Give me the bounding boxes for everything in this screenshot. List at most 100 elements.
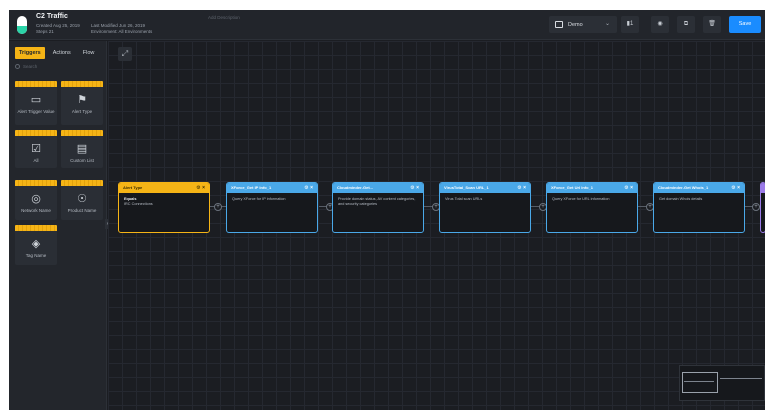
- node-description: IRC Connections: [124, 202, 153, 206]
- node-controls-icon[interactable]: ⚙ ×: [410, 183, 419, 193]
- node-controls-icon[interactable]: ⚙ ×: [304, 183, 313, 193]
- tab-triggers[interactable]: Triggers: [15, 47, 45, 59]
- node-header: Cloudminder-Get Whois_1 ⚙ ×: [654, 183, 744, 193]
- node-title: XForce_Get IP Info_1: [231, 185, 272, 190]
- delete-button[interactable]: 🗑: [703, 16, 721, 33]
- tile-label: Custom List: [70, 158, 94, 163]
- minimap[interactable]: [679, 365, 765, 401]
- node-description: Query XForce for IP information: [232, 197, 286, 201]
- node-title: Cloudminder-Get...: [337, 185, 373, 190]
- search-input[interactable]: Search: [15, 64, 101, 73]
- node-description: Virus Total scan URLs: [445, 197, 483, 201]
- tile-label: Network Name: [21, 208, 51, 213]
- header-bar: C2 Traffic Created Aug 25, 2019 Steps 21…: [9, 10, 765, 40]
- tile-band: [15, 225, 57, 231]
- tile-custom-list[interactable]: ▤ Custom List: [61, 130, 103, 168]
- tile-label: Tag Name: [25, 253, 47, 258]
- workflow-node-action[interactable]: VirusTotal_Scan URL_1 ⚙ × Virus Total sc…: [439, 182, 531, 233]
- description-field[interactable]: Add Description: [208, 15, 240, 20]
- minimap-flow: [684, 381, 714, 382]
- folder-icon: [555, 21, 563, 28]
- tile-label: All: [33, 158, 39, 163]
- node-body: Virus Total scan URLs: [440, 193, 530, 206]
- tile-band: [15, 130, 57, 136]
- node-header: XForce_Get Url Info_1 ⚙ ×: [547, 183, 637, 193]
- node-body: Get domain Whois details: [654, 193, 744, 206]
- node-body: Query XForce for URL information: [547, 193, 637, 206]
- tile-band: [15, 81, 57, 87]
- alert-trigger-icon: ▭: [30, 94, 42, 106]
- tile-band: [61, 81, 103, 87]
- tile-band: [61, 130, 103, 136]
- node-body: Equals IRC Connections: [119, 193, 209, 211]
- environment-select[interactable]: Demo ⌄: [549, 16, 617, 33]
- app-logo: [17, 16, 27, 34]
- tile-product-name[interactable]: ☉ Product Name: [61, 180, 103, 220]
- node-description: Query XForce for URL information: [552, 197, 610, 201]
- workflow-environment: Environment: All Environments: [91, 29, 153, 34]
- node-body: Provide domain status, AV content catego…: [333, 193, 423, 211]
- node-header: Cloudminder-Get... ⚙ ×: [333, 183, 423, 193]
- checkbox-icon: ☑: [31, 143, 41, 155]
- tile-label: Product Name: [67, 208, 97, 213]
- trash-icon: 🗑: [708, 21, 716, 27]
- tile-label: Alert Trigger Value: [17, 109, 55, 114]
- sidebar: Triggers Actions Flow Search ▭ Alert Tri…: [9, 41, 110, 410]
- node-title: Alert Type: [123, 185, 143, 190]
- tab-actions[interactable]: Actions: [49, 47, 75, 59]
- bug-icon: ◉: [657, 21, 663, 27]
- flag-icon: ⚑: [77, 94, 87, 106]
- node-controls-icon[interactable]: ⚙ ×: [731, 183, 740, 193]
- workflow-steps: Steps 21: [36, 29, 54, 34]
- tile-alert-trigger-value[interactable]: ▭ Alert Trigger Value: [15, 81, 57, 125]
- list-icon: ▤: [76, 143, 88, 155]
- tile-band: [61, 180, 103, 186]
- environment-value: Demo: [568, 21, 583, 28]
- node-title: Cloudminder-Get Whois_1: [658, 185, 709, 190]
- add-step-icon[interactable]: +: [214, 203, 222, 211]
- chevron-down-icon: ⌄: [604, 21, 610, 27]
- node-header: VirusTotal_Scan URL_1 ⚙ ×: [440, 183, 530, 193]
- tag-icon: ◈: [31, 238, 41, 250]
- node-description: Get domain Whois details: [659, 197, 703, 201]
- save-button[interactable]: Save: [729, 16, 761, 33]
- node-controls-icon[interactable]: ⚙ ×: [196, 183, 205, 193]
- workflow-node-action[interactable]: Cloudminder-Get... ⚙ × Provide domain st…: [332, 182, 424, 233]
- sidebar-tabs: Triggers Actions Flow: [15, 47, 98, 59]
- copy-icon: ⧉: [683, 21, 689, 27]
- tile-network-name[interactable]: ◎ Network Name: [15, 180, 57, 220]
- globe-icon: ◎: [31, 193, 41, 205]
- search-icon: [15, 64, 20, 69]
- node-controls-icon[interactable]: ⚙ ×: [624, 183, 633, 193]
- tile-alert-type[interactable]: ⚑ Alert Type: [61, 81, 103, 125]
- search-placeholder: Search: [23, 64, 38, 69]
- minimap-viewport[interactable]: [682, 372, 718, 393]
- workflow-node-action[interactable]: XForce_Get Url Info_1 ⚙ × Query XForce f…: [546, 182, 638, 233]
- version-button[interactable]: ▮1: [621, 16, 639, 33]
- workflow-node-partial[interactable]: [760, 182, 765, 233]
- workflow-node-action[interactable]: Cloudminder-Get Whois_1 ⚙ × Get domain W…: [653, 182, 745, 233]
- tile-all[interactable]: ☑ All: [15, 130, 57, 168]
- minimap-flow: [720, 378, 762, 379]
- node-description: Provide domain status, AV content catego…: [338, 197, 416, 206]
- workflow-node-trigger[interactable]: Alert Type ⚙ × Equals IRC Connections: [118, 182, 210, 233]
- tile-tag-name[interactable]: ◈ Tag Name: [15, 225, 57, 265]
- duplicate-button[interactable]: ⧉: [677, 16, 695, 33]
- node-header: Alert Type ⚙ ×: [119, 183, 209, 193]
- workflow-title: C2 Traffic: [36, 13, 68, 20]
- node-title: XForce_Get Url Info_1: [551, 185, 594, 190]
- fit-view-icon[interactable]: ⤢: [118, 47, 132, 61]
- workflow-node-action[interactable]: XForce_Get IP Info_1 ⚙ × Query XForce fo…: [226, 182, 318, 233]
- node-body: Query XForce for IP information: [227, 193, 317, 206]
- node-controls-icon[interactable]: ⚙ ×: [517, 183, 526, 193]
- app-window: C2 Traffic Created Aug 25, 2019 Steps 21…: [9, 10, 765, 410]
- version-count: 1: [629, 21, 634, 27]
- test-button[interactable]: ◉: [651, 16, 669, 33]
- tab-flow[interactable]: Flow: [79, 47, 99, 59]
- workflow-canvas[interactable]: ⤢ + + + + + + Alert Type ⚙ × Equals IRC …: [108, 41, 765, 410]
- node-header: [761, 183, 765, 193]
- node-header: XForce_Get IP Info_1 ⚙ ×: [227, 183, 317, 193]
- add-step-icon[interactable]: +: [752, 203, 760, 211]
- tile-band: [15, 180, 57, 186]
- compass-icon: ☉: [77, 193, 87, 205]
